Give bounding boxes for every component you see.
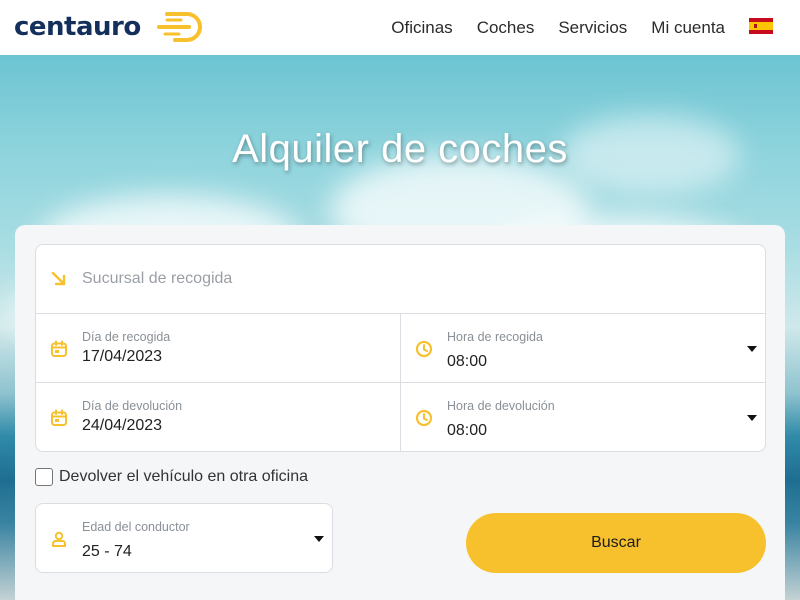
return-time-label: Hora de devolución [447, 399, 555, 413]
pickup-date-label: Día de recogida [82, 330, 171, 344]
pickup-date-field[interactable]: Día de recogida 17/04/2023 [35, 313, 401, 383]
nav-offices[interactable]: Oficinas [391, 18, 452, 38]
return-row: Día de devolución 24/04/2023 Hora de dev… [35, 382, 766, 452]
return-date-label: Día de devolución [82, 399, 183, 413]
chevron-down-icon [314, 536, 324, 542]
nav-my-account[interactable]: Mi cuenta [651, 18, 725, 38]
return-date-value: 24/04/2023 [82, 417, 163, 434]
different-return-label: Devolver el vehículo en otra oficina [59, 468, 309, 485]
different-return-checkbox[interactable] [35, 468, 53, 486]
pickup-branch-placeholder: Sucursal de recogida [82, 270, 233, 287]
logo-mark-icon [156, 12, 202, 42]
person-icon [52, 531, 66, 547]
centauro-logo[interactable]: centauro [14, 8, 203, 46]
spain-flag-icon[interactable] [749, 18, 773, 34]
return-time-value: 08:00 [447, 422, 488, 439]
different-return-option[interactable]: Devolver el vehículo en otra oficina [35, 468, 308, 486]
pickup-branch-field[interactable]: Sucursal de recogida [35, 244, 766, 314]
driver-age-value: 25 - 74 [82, 543, 132, 560]
logo-text: centauro [14, 12, 141, 42]
pickup-time-label: Hora de recogida [447, 330, 543, 344]
pickup-date-value: 17/04/2023 [82, 348, 163, 365]
arrow-down-right-icon [51, 271, 66, 286]
hero-title: Alquiler de coches [232, 127, 568, 171]
pickup-time-value: 08:00 [447, 353, 488, 370]
chevron-down-icon [747, 415, 757, 421]
nav-services[interactable]: Servicios [558, 18, 627, 38]
pickup-time-select[interactable]: Hora de recogida 08:00 [400, 313, 766, 383]
site-header: centauro Oficinas Coches Servicios Mi cu… [0, 0, 800, 55]
chevron-down-icon [747, 346, 757, 352]
clock-icon [415, 340, 433, 358]
clock-icon [415, 409, 433, 427]
nav-cars[interactable]: Coches [477, 18, 535, 38]
calendar-icon [51, 409, 67, 426]
driver-age-label: Edad del conductor [82, 520, 190, 534]
search-button[interactable]: Buscar [466, 513, 766, 573]
return-time-select[interactable]: Hora de devolución 08:00 [400, 382, 766, 452]
return-date-field[interactable]: Día de devolución 24/04/2023 [35, 382, 401, 452]
main-nav: Oficinas Coches Servicios Mi cuenta [391, 0, 725, 55]
calendar-icon [51, 340, 67, 357]
driver-age-select[interactable]: Edad del conductor 25 - 74 [35, 503, 333, 573]
pickup-row: Día de recogida 17/04/2023 Hora de recog… [35, 313, 766, 383]
